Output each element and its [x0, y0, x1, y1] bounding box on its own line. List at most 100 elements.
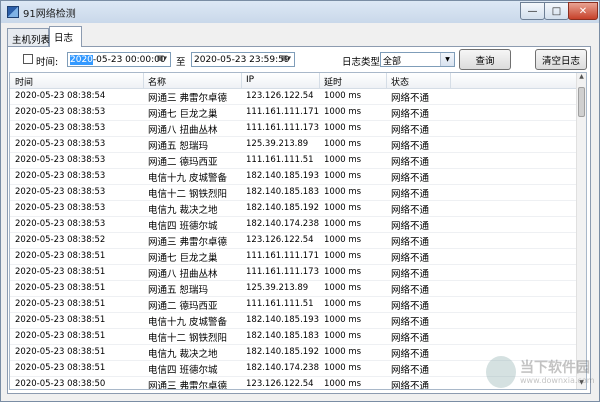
- column-divider[interactable]: [450, 73, 451, 88]
- cell-status: 网络不通: [391, 125, 430, 136]
- minimize-button[interactable]: —: [520, 2, 545, 20]
- log-type-select[interactable]: 全部 ▼: [380, 52, 455, 67]
- vertical-scrollbar[interactable]: ▲ ▼: [576, 73, 586, 389]
- table-row[interactable]: 2020-05-23 08:38:51 电信十九 皮城警备 182.140.185.…: [10, 312, 578, 329]
- cell-latency: 1000 ms: [324, 299, 362, 309]
- cell-name: 电信十二 钢铁烈阳: [148, 333, 228, 344]
- cell-time: 2020-05-23 08:38:53: [15, 187, 106, 197]
- cell-latency: 1000 ms: [324, 235, 362, 245]
- cell-latency: 1000 ms: [324, 203, 362, 213]
- cell-time: 2020-05-23 08:38:51: [15, 267, 106, 277]
- cell-time: 2020-05-23 08:38:53: [15, 107, 106, 117]
- cell-time: 2020-05-23 08:38:51: [15, 331, 106, 341]
- cell-status: 网络不通: [391, 109, 430, 120]
- column-divider[interactable]: [241, 73, 242, 88]
- tab-log[interactable]: 日志: [49, 26, 82, 47]
- start-datetime-picker[interactable]: 2020-05-23 00:00:00 ▦▾: [67, 52, 171, 67]
- cell-status: 网络不通: [391, 237, 430, 248]
- cell-latency: 1000 ms: [324, 107, 362, 117]
- column-header-status[interactable]: 状态: [391, 75, 409, 88]
- cell-latency: 1000 ms: [324, 363, 362, 373]
- cell-latency: 1000 ms: [324, 379, 362, 389]
- column-header-ip[interactable]: IP: [246, 75, 254, 85]
- watermark-url: www.downxia.com: [520, 376, 595, 385]
- table-row[interactable]: 2020-05-23 08:38:51 网通五 恕瑞玛 125.39.213.89 1…: [10, 280, 578, 297]
- cell-status: 网络不通: [391, 141, 430, 152]
- cell-name: 网通三 弗雷尔卓德: [148, 237, 228, 248]
- table-row[interactable]: 2020-05-23 08:38:53 电信十九 皮城警备 182.140.185.…: [10, 168, 578, 185]
- table-row[interactable]: 2020-05-23 08:38:51 网通八 扭曲丛林 111.161.111.1…: [10, 264, 578, 281]
- scroll-up-icon[interactable]: ▲: [577, 73, 586, 83]
- cell-name: 电信四 班德尔城: [148, 365, 218, 376]
- cell-time: 2020-05-23 08:38:51: [15, 347, 106, 357]
- table-row[interactable]: 2020-05-23 08:38:53 网通八 扭曲丛林 111.161.111.1…: [10, 120, 578, 137]
- column-header-time[interactable]: 时间: [15, 75, 33, 88]
- watermark: 当下软件园 www.downxia.com: [486, 354, 596, 394]
- cell-status: 网络不通: [391, 269, 430, 280]
- cell-name: 电信十九 皮城警备: [148, 317, 228, 328]
- column-divider[interactable]: [143, 73, 144, 88]
- close-button[interactable]: ✕: [568, 2, 598, 20]
- tab-host-list[interactable]: 主机列表: [7, 28, 50, 46]
- table-row[interactable]: 2020-05-23 08:38:53 网通五 恕瑞玛 125.39.213.89 1…: [10, 136, 578, 153]
- query-button[interactable]: 查询: [459, 49, 511, 70]
- app-icon: [7, 6, 19, 18]
- cell-status: 网络不通: [391, 205, 430, 216]
- calendar-dropdown-icon[interactable]: ▦▾: [155, 54, 169, 65]
- cell-ip: 125.39.213.89: [246, 283, 309, 293]
- column-divider[interactable]: [386, 73, 387, 88]
- cell-name: 电信四 班德尔城: [148, 221, 218, 232]
- cell-time: 2020-05-23 08:38:52: [15, 235, 106, 245]
- maximize-button[interactable]: □: [544, 2, 569, 20]
- cell-ip: 182.140.185.183: [246, 331, 320, 341]
- table-row[interactable]: 2020-05-23 08:38:53 电信四 班德尔城 182.140.174.2…: [10, 216, 578, 233]
- cell-time: 2020-05-23 08:38:53: [15, 123, 106, 133]
- table-row[interactable]: 2020-05-23 08:38:54 网通三 弗雷尔卓德 123.126.122.…: [10, 88, 578, 105]
- cell-status: 网络不通: [391, 157, 430, 168]
- cell-latency: 1000 ms: [324, 267, 362, 277]
- table-row[interactable]: 2020-05-23 08:38:51 电信十二 钢铁烈阳 182.140.185.…: [10, 328, 578, 345]
- cell-latency: 1000 ms: [324, 91, 362, 101]
- cell-time: 2020-05-23 08:38:51: [15, 363, 106, 373]
- table-row[interactable]: 2020-05-23 08:38:53 网通二 德玛西亚 111.161.111.5…: [10, 152, 578, 169]
- cell-latency: 1000 ms: [324, 347, 362, 357]
- cell-status: 网络不通: [391, 365, 430, 376]
- cell-status: 网络不通: [391, 221, 430, 232]
- cell-ip: 182.140.174.238: [246, 363, 320, 373]
- log-type-value: 全部: [383, 57, 402, 67]
- watermark-logo-icon: [486, 356, 516, 388]
- cell-status: 网络不通: [391, 173, 430, 184]
- cell-latency: 1000 ms: [324, 139, 362, 149]
- window-title: 91网络检测: [23, 9, 76, 20]
- table-row[interactable]: 2020-05-23 08:38:51 网通七 巨龙之巢 111.161.111.1…: [10, 248, 578, 265]
- end-datetime-picker[interactable]: 2020-05-23 23:59:59 ▦▾: [191, 52, 295, 67]
- cell-ip: 182.140.185.193: [246, 315, 320, 325]
- time-label: 时间:: [36, 57, 59, 68]
- calendar-dropdown-icon[interactable]: ▦▾: [279, 54, 293, 65]
- cell-ip: 125.39.213.89: [246, 139, 309, 149]
- cell-ip: 123.126.122.54: [246, 379, 314, 389]
- scrollbar-thumb[interactable]: [578, 87, 585, 117]
- column-header-latency[interactable]: 延时: [324, 75, 342, 88]
- column-header-name[interactable]: 名称: [148, 75, 166, 88]
- time-filter-checkbox[interactable]: [23, 54, 33, 64]
- cell-ip: 182.140.185.183: [246, 187, 320, 197]
- cell-name: 网通三 弗雷尔卓德: [148, 93, 228, 104]
- cell-ip: 111.161.111.51: [246, 299, 314, 309]
- cell-time: 2020-05-23 08:38:53: [15, 171, 106, 181]
- table-row[interactable]: 2020-05-23 08:38:53 网通七 巨龙之巢 111.161.111.1…: [10, 104, 578, 121]
- chevron-down-icon[interactable]: ▼: [440, 53, 454, 66]
- cell-time: 2020-05-23 08:38:53: [15, 139, 106, 149]
- cell-name: 网通七 巨龙之巢: [148, 109, 218, 120]
- table-row[interactable]: 2020-05-23 08:38:51 网通二 德玛西亚 111.161.111.5…: [10, 296, 578, 313]
- title-bar: 91网络检测 — □ ✕: [1, 1, 599, 23]
- clear-log-button[interactable]: 清空日志: [535, 49, 587, 70]
- table-row[interactable]: 2020-05-23 08:38:53 电信十二 钢铁烈阳 182.140.185.…: [10, 184, 578, 201]
- cell-ip: 111.161.111.171: [246, 251, 320, 261]
- cell-status: 网络不通: [391, 349, 430, 360]
- table-row[interactable]: 2020-05-23 08:38:52 网通三 弗雷尔卓德 123.126.122.…: [10, 232, 578, 249]
- table-row[interactable]: 2020-05-23 08:38:53 电信九 裁决之地 182.140.185.1…: [10, 200, 578, 217]
- column-divider[interactable]: [319, 73, 320, 88]
- cell-name: 网通五 恕瑞玛: [148, 141, 209, 152]
- cell-status: 网络不通: [391, 381, 430, 390]
